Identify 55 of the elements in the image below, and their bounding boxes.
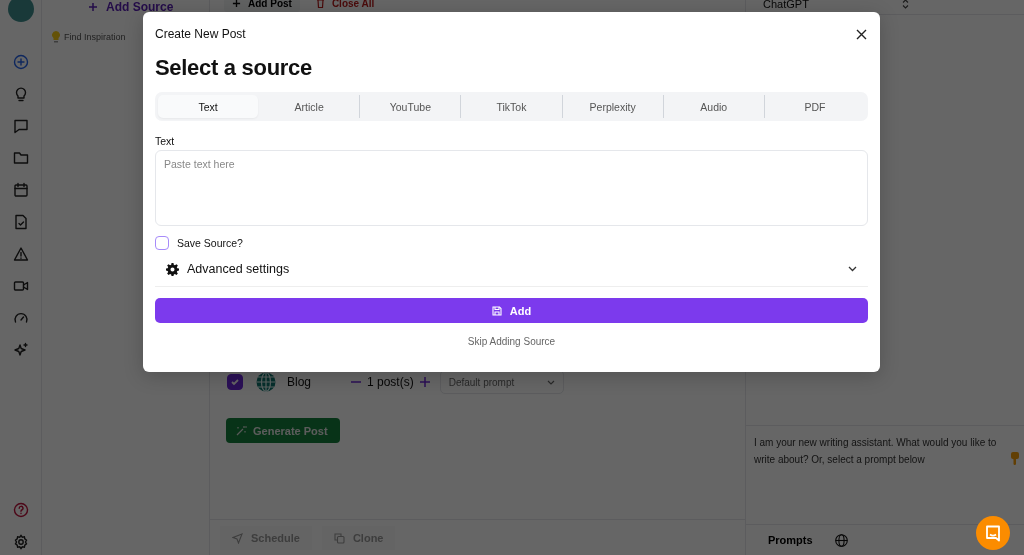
chevron-down-icon	[546, 379, 555, 385]
source-tab[interactable]: Perplexity	[562, 95, 663, 118]
chat-launcher-button[interactable]	[976, 516, 1010, 550]
skip-adding-source-link[interactable]: Skip Adding Source	[155, 336, 868, 347]
add-button[interactable]: Add	[155, 298, 868, 323]
chevron-down-icon	[848, 266, 857, 272]
add-source-button[interactable]: Add Source	[88, 0, 209, 17]
save-source-checkbox[interactable]	[155, 236, 169, 250]
source-tab[interactable]: PDF	[764, 95, 865, 118]
send-icon	[232, 532, 243, 544]
dialog-title: Create New Post	[155, 27, 246, 41]
pointing-hand-icon	[1010, 452, 1020, 465]
chat-bubble-icon	[985, 524, 1001, 542]
warning-icon[interactable]	[12, 246, 29, 262]
settings-icon[interactable]	[12, 534, 29, 550]
assistant-message: I am your new writing assistant. What would you like to write about? Or, select a prompt below	[754, 436, 998, 467]
globe-icon	[255, 371, 277, 393]
avatar-icon	[7, 0, 34, 22]
checkmark-icon	[230, 377, 240, 387]
gauge-icon[interactable]	[12, 310, 29, 326]
plus-icon[interactable]	[419, 377, 430, 387]
source-tab[interactable]: YouTube	[360, 95, 461, 118]
folder-icon[interactable]	[12, 150, 29, 166]
source-tab[interactable]: Text	[158, 95, 259, 118]
add-post-button[interactable]: Add Post	[224, 0, 300, 12]
platform-name: Blog	[287, 375, 313, 389]
video-icon[interactable]	[12, 278, 29, 294]
plus-icon	[232, 0, 241, 8]
chat-icon[interactable]	[12, 118, 29, 134]
copy-icon	[333, 532, 345, 544]
magic-wand-icon	[236, 425, 247, 436]
source-tab[interactable]: TikTok	[461, 95, 562, 118]
text-input-field[interactable]: Paste text here	[155, 150, 868, 226]
help-icon[interactable]	[12, 502, 29, 518]
file-check-icon[interactable]	[12, 214, 29, 230]
plus-icon	[88, 2, 98, 12]
close-icon[interactable]	[856, 28, 867, 40]
save-icon	[491, 305, 502, 316]
field-label: Text	[155, 135, 176, 147]
lightbulb-icon	[52, 31, 60, 43]
settings-icon	[166, 262, 179, 276]
dialog-heading: Select a source	[155, 55, 313, 81]
add-circle-icon[interactable]	[12, 54, 29, 70]
calendar-icon[interactable]	[12, 182, 29, 198]
trash-icon	[315, 0, 325, 8]
post-count: 1 post(s)	[367, 375, 414, 389]
source-tab[interactable]: Article	[259, 95, 360, 118]
source-tab[interactable]: Audio	[663, 95, 764, 118]
chevron-up-down-icon	[902, 0, 909, 9]
sparkles-icon[interactable]	[12, 342, 29, 358]
save-source-label: Save Source?	[177, 237, 243, 249]
globe-icon[interactable]	[834, 533, 848, 547]
prompts-tab[interactable]: Prompts	[768, 534, 813, 546]
platform-checkbox[interactable]	[227, 374, 243, 390]
advanced-settings-toggle[interactable]: Advanced settings	[155, 252, 868, 287]
